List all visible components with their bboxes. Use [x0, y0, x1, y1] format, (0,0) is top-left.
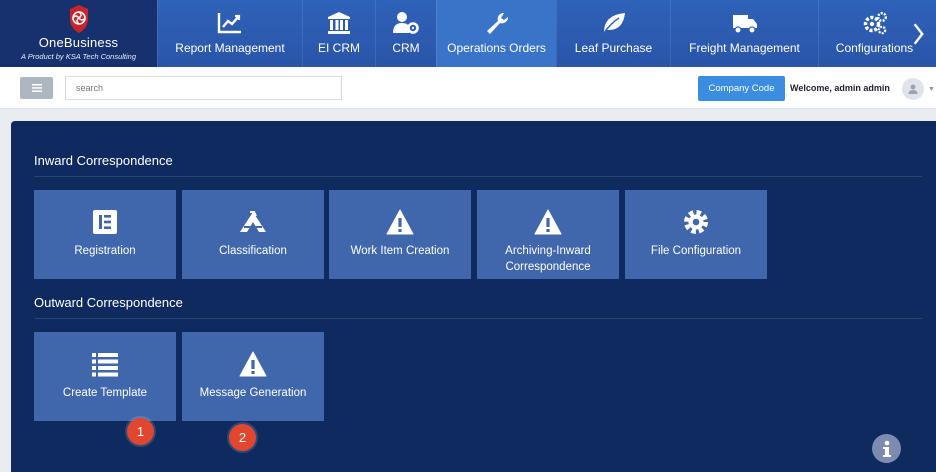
tile-label: File Configuration — [650, 245, 742, 257]
nav-label: CRM — [392, 41, 420, 55]
users-gear-icon — [393, 12, 419, 34]
chart-icon — [217, 13, 241, 34]
brand-tagline: A Product by KSA Tech Consulting — [20, 52, 137, 61]
gears-icon — [863, 12, 887, 35]
nav-leaf-purchase[interactable]: Leaf Purchase — [556, 0, 670, 67]
divider — [34, 176, 922, 177]
info-glyph-icon — [882, 440, 891, 457]
main-panel: Inward Correspondence Registration Class… — [11, 121, 936, 472]
avatar[interactable] — [902, 78, 924, 100]
nav-label: Configurations — [835, 41, 914, 55]
tile-label: Work Item Creation — [350, 245, 450, 257]
info-icon[interactable] — [872, 434, 901, 463]
tile-label: Message Generation — [199, 387, 307, 399]
nav-ei-crm[interactable]: EI CRM — [302, 0, 375, 67]
nav-label: Leaf Purchase — [574, 41, 653, 55]
brand-name: OneBusiness — [38, 35, 119, 50]
brand-logo-icon — [69, 5, 88, 33]
brand[interactable]: OneBusiness A Product by KSA Tech Consul… — [0, 0, 157, 67]
divider — [34, 318, 922, 319]
nav-label: Operations Orders — [447, 41, 546, 55]
nav-freight-management[interactable]: Freight Management — [670, 0, 818, 67]
gear-icon — [684, 210, 708, 234]
tile-label: Classification — [219, 245, 287, 257]
leaf-icon — [602, 13, 625, 34]
hamburger-icon — [31, 84, 42, 92]
warning-icon — [386, 209, 414, 235]
user-icon — [908, 84, 918, 94]
tile-registration[interactable]: Registration — [34, 190, 176, 279]
step-badge-2: 2 — [229, 424, 256, 451]
tile-label: Create Template — [62, 387, 148, 399]
search-input[interactable] — [65, 76, 342, 100]
nav-label: EI CRM — [318, 41, 360, 55]
nav-label: Freight Management — [689, 41, 800, 55]
nav-operations-orders[interactable]: Operations Orders — [436, 0, 556, 67]
company-code-button[interactable]: Company Code — [698, 76, 785, 101]
chevron-down-icon[interactable]: ▼ — [928, 86, 935, 93]
welcome-text: Welcome, admin admin — [790, 83, 890, 93]
tile-message-generation[interactable]: Message Generation — [182, 332, 324, 421]
tile-label: Archiving-Inward Correspondence — [505, 245, 591, 273]
nav-report-management[interactable]: Report Management — [157, 0, 302, 67]
tile-label: Registration — [74, 245, 136, 257]
list-icon — [92, 353, 118, 377]
form-icon — [93, 210, 117, 234]
section-title-outward: Outward Correspondence — [34, 295, 183, 310]
toolbar: Company Code Welcome, admin admin ▼ — [0, 67, 936, 109]
top-navigation: OneBusiness A Product by KSA Tech Consul… — [0, 0, 936, 67]
nav-configurations[interactable]: Configurations — [818, 0, 930, 67]
menu-toggle-button[interactable] — [20, 77, 53, 99]
bank-icon — [328, 12, 350, 34]
truck-icon — [732, 15, 757, 34]
wrench-icon — [486, 12, 508, 34]
tile-create-template[interactable]: Create Template — [34, 332, 176, 421]
chevron-right-icon[interactable] — [906, 22, 932, 46]
step-badge-1: 1 — [127, 418, 154, 445]
warning-icon — [534, 209, 562, 235]
tile-file-configuration[interactable]: File Configuration — [625, 190, 767, 279]
tile-work-item-creation[interactable]: Work Item Creation — [329, 190, 471, 279]
nav-crm[interactable]: CRM — [375, 0, 436, 67]
warning-icon — [239, 351, 267, 377]
nav-label: Report Management — [175, 41, 285, 55]
section-title-inward: Inward Correspondence — [34, 153, 173, 168]
tile-classification[interactable]: Classification — [182, 190, 324, 279]
classification-icon — [240, 211, 266, 232]
tile-archiving-inward-correspondence[interactable]: Archiving-Inward Correspondence — [477, 190, 619, 279]
